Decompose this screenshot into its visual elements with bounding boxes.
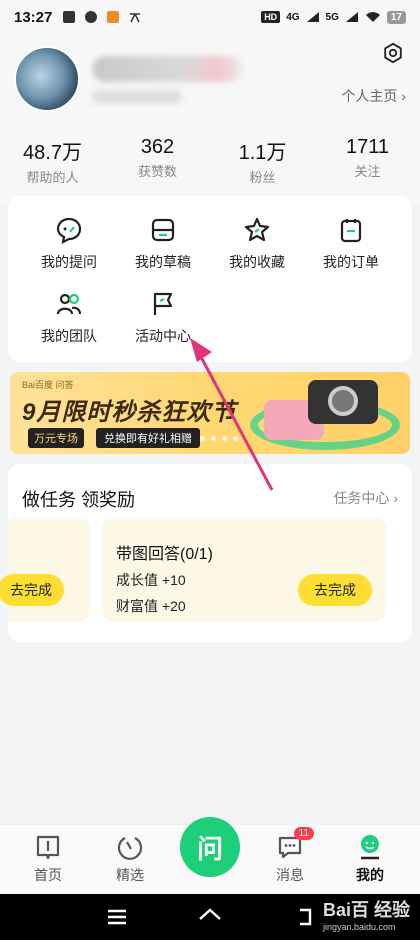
blurred-username — [92, 56, 242, 82]
profile-icon — [361, 835, 379, 860]
book-icon — [36, 835, 60, 860]
task-center-link[interactable]: 任务中心 › — [333, 488, 398, 508]
blurred-subtitle — [92, 90, 182, 104]
menu-label: 我的团队 — [41, 328, 97, 344]
watermark: Bai百 经验 jingyan.baidu.com — [323, 896, 410, 932]
tab-messages[interactable]: 11 消息 — [260, 827, 320, 885]
banner-tag-text: 兑换即有好礼相赠 — [96, 428, 200, 448]
ask-button[interactable]: 问 — [180, 817, 240, 877]
team-icon — [56, 293, 82, 315]
stat-label: 粉丝 — [249, 170, 276, 185]
stat-label: 帮助的人 — [26, 170, 79, 185]
tab-label: 精选 — [116, 867, 144, 883]
menu-item-my-favorites[interactable]: 我的收藏 — [210, 216, 304, 272]
menu-label: 我的收藏 — [229, 254, 285, 270]
tab-label: 消息 — [276, 867, 304, 883]
menu-item-my-team[interactable]: 我的团队 — [22, 290, 116, 346]
featured-icon — [117, 837, 143, 860]
menu-item-activity-center[interactable]: 活动中心 — [116, 290, 210, 346]
menu-label: 我的订单 — [323, 254, 379, 270]
status-notification-icons — [62, 10, 142, 24]
menu-item-my-drafts[interactable]: 我的草稿 — [116, 216, 210, 272]
task-item-previous: 去完成 — [0, 518, 90, 622]
signal-4g: 4G — [286, 11, 300, 23]
draft-box-icon — [151, 218, 175, 242]
unread-badge: 11 — [293, 827, 314, 840]
watermark-brand: Bai百 经验 — [322, 900, 410, 920]
question-bubble-icon — [56, 217, 82, 244]
menu-icon[interactable] — [104, 904, 130, 930]
banner-pagination-dots[interactable] — [200, 436, 238, 441]
star-icon — [244, 217, 270, 242]
notification-text-icon — [130, 13, 141, 23]
flag-icon — [153, 292, 173, 315]
notification-app-icon — [85, 11, 98, 23]
stat-value: 1711 — [345, 136, 389, 158]
hd-icon: HD — [261, 11, 281, 23]
task-title: 做任务 领奖励 — [22, 490, 136, 510]
stat-value: 1.1万 — [238, 142, 287, 164]
ask-label: 问 — [196, 833, 223, 864]
tab-mine[interactable]: 我的 — [340, 833, 400, 885]
promo-banner[interactable]: Bai百度 问答 9月限时秒杀狂欢节 万元专场 兑换即有好礼相赠 — [10, 372, 410, 454]
settings-icon[interactable] — [382, 42, 404, 64]
status-bar: 13:27 HD 4G 5G 17 — [0, 0, 420, 34]
signal-icon-2 — [345, 12, 358, 22]
banner-logo: Bai百度 问答 — [22, 380, 74, 390]
status-right: HD 4G 5G 17 — [261, 10, 406, 24]
stat-helped[interactable]: 48.7万 帮助的人 — [0, 136, 105, 186]
menu-item-my-questions[interactable]: 我的提问 — [22, 216, 116, 272]
stat-followers[interactable]: 1.1万 粉丝 — [210, 136, 315, 186]
menu-item-my-orders[interactable]: 我的订单 — [304, 216, 398, 272]
menu-label: 我的草稿 — [135, 254, 191, 270]
stats-row: 48.7万 帮助的人 362 获赞数 1.1万 粉丝 1711 关注 — [0, 136, 420, 186]
battery-indicator: 17 — [386, 10, 406, 24]
signal-5g: 5G — [325, 11, 339, 23]
banner-title: 9月限时秒杀狂欢节 — [22, 399, 237, 426]
status-time: 13:27 — [14, 8, 53, 26]
task-item-photo-answer: 带图回答(0/1) 成长值 +10 财富值 +20 去完成 — [102, 518, 386, 622]
stat-value: 362 — [140, 136, 175, 158]
bottom-tab-bar: 首页 精选 问 11 消息 我的 — [0, 817, 420, 894]
signal-icon — [306, 12, 319, 22]
task-reward-wealth: 财富值 +20 — [116, 598, 186, 614]
menu-label: 活动中心 — [135, 328, 191, 344]
stat-likes[interactable]: 362 获赞数 — [105, 136, 210, 186]
order-icon — [340, 219, 362, 243]
task-reward-growth: 成长值 +10 — [116, 572, 186, 588]
banner-tag: 万元专场 — [28, 428, 84, 448]
stat-label: 关注 — [354, 164, 381, 179]
wifi-icon — [365, 12, 380, 22]
complete-button[interactable]: 去完成 — [0, 574, 64, 606]
menu-label: 我的提问 — [41, 254, 97, 270]
task-item-title: 带图回答(0/1) — [116, 546, 213, 563]
avatar[interactable] — [14, 46, 80, 112]
notification-orange-icon — [107, 11, 120, 23]
tab-featured[interactable]: 精选 — [100, 833, 160, 885]
notification-flag-icon — [63, 11, 76, 23]
banner-camera-lens — [328, 386, 358, 416]
tab-label: 首页 — [34, 867, 62, 883]
tab-label: 我的 — [356, 867, 384, 883]
stat-value: 48.7万 — [23, 142, 82, 164]
complete-button[interactable]: 去完成 — [298, 574, 372, 606]
home-icon[interactable] — [197, 904, 223, 930]
watermark-url: jingyan.baidu.com — [322, 922, 396, 932]
stat-following[interactable]: 1711 关注 — [315, 136, 420, 186]
stat-label: 获赞数 — [137, 164, 177, 179]
menu-card: 我的提问 我的草稿 我的收藏 我的订单 我的团队 活动中心 — [8, 196, 412, 362]
back-icon[interactable] — [292, 904, 318, 930]
homepage-link[interactable]: 个人主页 › — [341, 86, 406, 106]
tab-home[interactable]: 首页 — [18, 833, 78, 885]
task-card: 做任务 领奖励 任务中心 › 去完成 带图回答(0/1) 成长值 +10 财富值… — [0, 464, 412, 642]
